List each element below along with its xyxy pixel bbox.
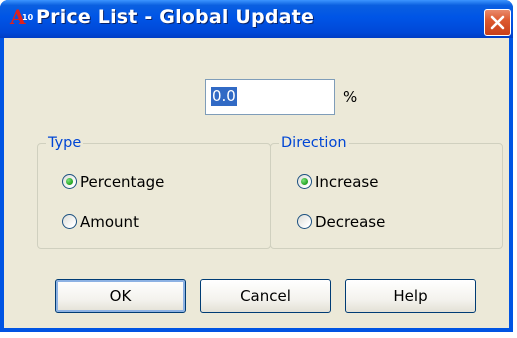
radio-decrease-label: Decrease [315,213,386,231]
dialog-body: 0.0 % Type Percentage Amount Direction I… [4,38,509,328]
radio-decrease-indicator [297,214,312,229]
close-button[interactable] [484,9,511,36]
radio-selected-dot [301,178,308,185]
ok-button[interactable]: OK [55,279,186,313]
title-bar[interactable]: A 10 Price List - Global Update [0,0,513,38]
type-group: Type Percentage Amount [37,134,271,249]
value-input[interactable]: 0.0 [205,79,335,115]
cancel-button[interactable]: Cancel [200,279,331,313]
radio-percentage-indicator [62,174,77,189]
radio-percentage-label: Percentage [80,173,165,191]
type-group-legend: Type [46,134,84,152]
radio-amount-label: Amount [80,213,139,231]
percent-label: % [343,88,358,106]
window-title: Price List - Global Update [36,6,315,28]
app-icon-number: 10 [22,13,34,22]
app-icon: A 10 [10,6,34,29]
dialog-window: A 10 Price List - Global Update 0.0 % Ty… [0,0,513,332]
direction-group: Direction Increase Decrease [270,134,503,249]
radio-selected-dot [66,178,73,185]
value-input-text: 0.0 [211,87,237,106]
direction-group-legend: Direction [279,134,349,152]
radio-amount-indicator [62,214,77,229]
close-icon [490,15,505,30]
help-button[interactable]: Help [345,279,476,313]
radio-increase-label: Increase [315,173,379,191]
radio-increase-indicator [297,174,312,189]
